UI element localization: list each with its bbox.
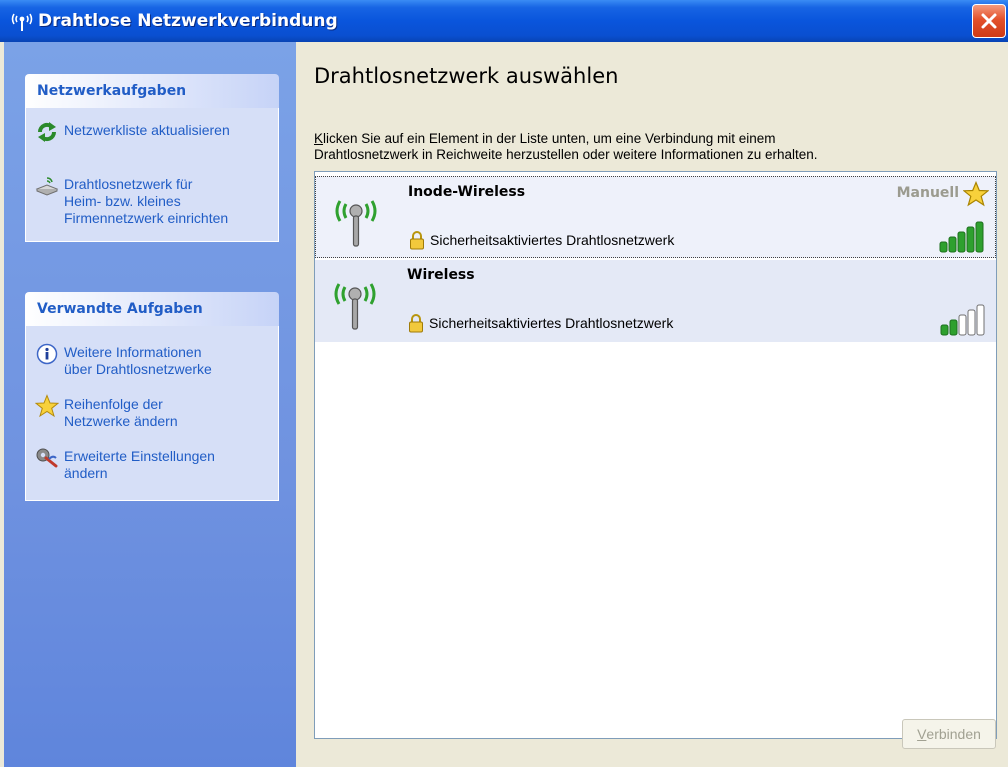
security-status: Sicherheitsaktiviertes Drahtlosnetzwerk [407,313,673,333]
page-title: Drahtlosnetzwerk auswählen [314,64,619,88]
instructions-text: Klicken Sie auf ein Element in der Liste… [314,131,818,162]
close-icon [981,13,997,29]
refresh-icon [34,120,60,144]
close-button[interactable] [972,4,1006,38]
related-tasks-header[interactable]: Verwandte Aufgaben [25,292,279,326]
task-label: Netzwerkliste aktualisieren [64,122,230,138]
window-title: Drahtlose Netzwerkverbindung [38,11,338,31]
signal-bar [975,221,984,253]
signal-strength-icon [940,304,985,336]
signal-strength-icon [939,221,984,253]
main-panel: Drahtlosnetzwerk auswählen Klicken Sie a… [296,42,1008,767]
title-bar[interactable]: Drahtlose Netzwerkverbindung [0,0,1008,42]
wireless-setup-icon [34,174,60,198]
wireless-antenna-icon [334,283,376,330]
signal-bar [957,231,966,253]
signal-bar [939,241,948,253]
task-label: Erweiterte Einstellungen ändern [64,448,215,481]
preferred-star-icon [963,181,989,207]
network-ssid: Inode-Wireless [408,184,526,200]
task-change-network-order[interactable]: Reihenfolge der Netzwerke ändern [34,394,270,430]
info-icon [34,342,60,366]
task-setup-wireless-network[interactable]: Drahtlosnetzwerk für Heim- bzw. kleines … [34,174,270,227]
signal-bar [976,304,985,336]
network-tasks-body: Netzwerkliste aktualisieren Drahtlosnetz… [25,108,279,242]
network-item-inode-wireless[interactable]: Inode-Wireless Sicherheitsaktiviertes Dr… [315,176,996,258]
wireless-antenna-icon [335,200,377,247]
related-tasks-body: Weitere Informationen über Drahtlosnetzw… [25,326,279,501]
network-tasks-header[interactable]: Netzwerkaufgaben [25,74,279,108]
signal-bar [949,319,958,336]
network-item-wireless[interactable]: Wireless Sicherheitsaktiviertes Drahtlos… [315,260,996,342]
task-pane: Netzwerkaufgaben Netzwerkliste aktualisi… [4,42,296,767]
network-tasks-box: Netzwerkaufgaben Netzwerkliste aktualisi… [25,74,279,242]
related-tasks-box: Verwandte Aufgaben Weitere Informationen… [25,292,279,501]
signal-bar [958,314,967,336]
task-label: Drahtlosnetzwerk für Heim- bzw. kleines … [64,176,229,226]
signal-bar [967,309,976,336]
lock-icon [409,314,423,333]
settings-icon [34,446,60,470]
access-key-letter: K [314,131,324,146]
signal-bar [940,324,949,336]
network-ssid: Wireless [407,267,475,283]
wireless-network-icon [10,9,34,33]
task-advanced-settings[interactable]: Erweiterte Einstellungen ändern [34,446,270,482]
task-refresh-network-list[interactable]: Netzwerkliste aktualisieren [34,120,270,144]
security-status: Sicherheitsaktiviertes Drahtlosnetzwerk [408,230,674,250]
task-more-info-wireless[interactable]: Weitere Informationen über Drahtlosnetzw… [34,342,270,378]
signal-bar [966,226,975,253]
signal-bar [948,236,957,253]
network-list[interactable]: Inode-Wireless Sicherheitsaktiviertes Dr… [314,171,997,739]
lock-icon [410,231,424,250]
task-label: Weitere Informationen über Drahtlosnetzw… [64,344,212,377]
manual-badge: Manuell [896,185,959,201]
connect-button[interactable]: Verbinden [902,719,996,749]
task-label: Reihenfolge der Netzwerke ändern [64,396,178,429]
star-icon [34,394,60,418]
